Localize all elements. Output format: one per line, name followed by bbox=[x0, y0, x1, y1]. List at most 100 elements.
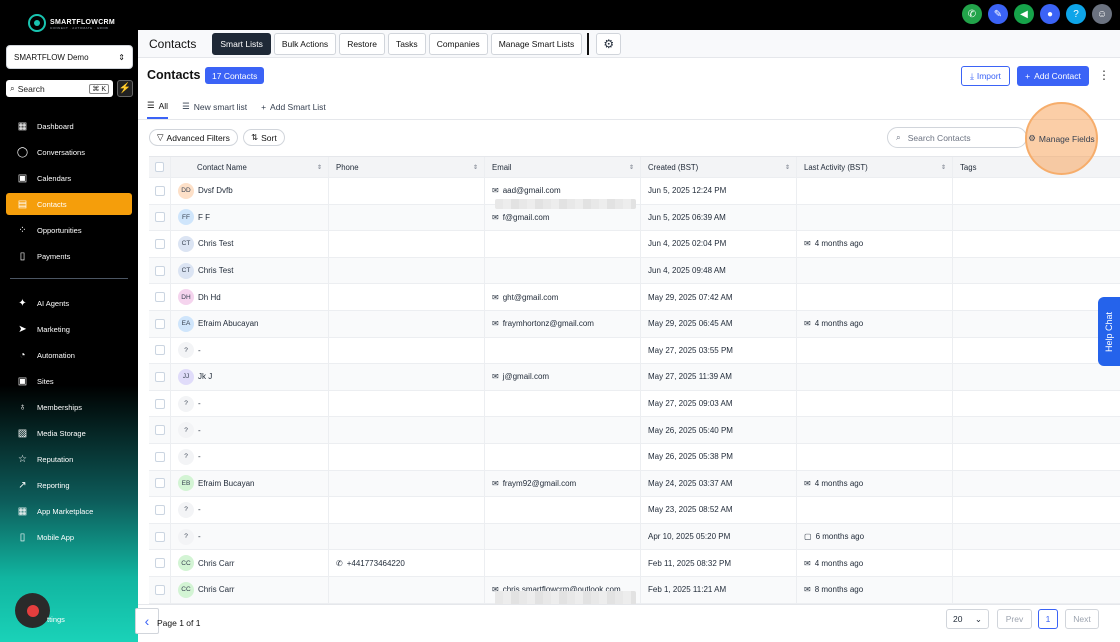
row-checkbox[interactable] bbox=[155, 478, 165, 489]
contact-name[interactable]: - bbox=[198, 426, 201, 435]
contact-name[interactable]: - bbox=[198, 399, 201, 408]
page-number-button[interactable]: 1 bbox=[1038, 609, 1058, 629]
table-row[interactable]: EB Efraim Bucayan ✉ fraym92@gmail.com May 24… bbox=[149, 470, 1120, 498]
row-checkbox[interactable] bbox=[155, 185, 165, 196]
cell-contact-name[interactable]: ? - bbox=[171, 337, 329, 364]
sidebar-item-payments[interactable]: ▯ Payments bbox=[6, 245, 132, 267]
contact-name[interactable]: - bbox=[198, 532, 201, 541]
sidebar-item-dashboard[interactable]: ▦ Dashboard bbox=[6, 115, 132, 137]
table-row[interactable]: EA Efraim Abucayan ✉ fraymhortonz@gmail.com… bbox=[149, 311, 1120, 338]
tab-restore[interactable]: Restore bbox=[339, 32, 385, 55]
import-button[interactable]: ⤓ Import bbox=[961, 66, 1010, 86]
table-row[interactable]: ? - May 27, 2025 03:55 PM bbox=[149, 337, 1120, 365]
tab-tasks[interactable]: Tasks bbox=[387, 32, 426, 55]
table-row[interactable]: ? - May 26, 2025 05:40 PM bbox=[149, 417, 1120, 444]
cell-contact-name[interactable]: ? - bbox=[171, 497, 329, 523]
bell-icon[interactable]: ● bbox=[1040, 4, 1060, 24]
table-row[interactable]: CC Chris Carr ✆ +441773464220 Feb 11, 2025 0… bbox=[149, 550, 1120, 577]
cell-contact-name[interactable]: CT Chris Test bbox=[171, 231, 329, 257]
contact-name[interactable]: - bbox=[198, 505, 201, 514]
cell-contact-name[interactable]: ? - bbox=[171, 390, 329, 417]
contact-name[interactable]: Dh Hd bbox=[198, 293, 221, 302]
sidebar-item-sites[interactable]: ▣ Sites bbox=[6, 370, 132, 392]
settings-button[interactable]: ⚙ bbox=[596, 32, 622, 55]
contact-name[interactable]: Efraim Bucayan bbox=[198, 479, 254, 488]
row-checkbox[interactable] bbox=[155, 531, 165, 542]
cell-contact-name[interactable]: EA Efraim Abucayan bbox=[171, 311, 329, 337]
cell-contact-name[interactable]: FF F F bbox=[171, 204, 329, 231]
sidebar-item-marketing[interactable]: ➤ Marketing bbox=[6, 318, 132, 340]
sidebar-item-conversations[interactable]: ◯ Conversations bbox=[6, 141, 132, 163]
contact-name[interactable]: Efraim Abucayan bbox=[198, 319, 258, 328]
collapse-sidebar-button[interactable]: ‹ bbox=[135, 608, 159, 634]
contact-name[interactable]: Chris Carr bbox=[198, 585, 234, 594]
table-row[interactable]: JJ Jk J ✉ j@gmail.com May 27, 2025 11:39 AM bbox=[149, 364, 1120, 391]
sort-button[interactable]: ⇅ Sort bbox=[243, 129, 285, 146]
record-button[interactable] bbox=[15, 593, 50, 628]
row-checkbox[interactable] bbox=[155, 584, 165, 595]
sidebar-item-app-marketplace[interactable]: ▦ App Marketplace bbox=[6, 500, 132, 522]
avatar[interactable]: ☺ bbox=[1092, 4, 1112, 24]
more-options-icon[interactable]: ⋮ bbox=[1098, 68, 1110, 82]
cell-contact-name[interactable]: ? - bbox=[171, 417, 329, 443]
row-checkbox[interactable] bbox=[155, 318, 165, 329]
row-checkbox[interactable] bbox=[155, 238, 165, 249]
help-chat-button[interactable]: Help Chat bbox=[1098, 297, 1120, 366]
cell-contact-name[interactable]: DH Dh Hd bbox=[171, 284, 329, 310]
sidebar-item-reporting[interactable]: ↗ Reporting bbox=[6, 474, 132, 496]
tab-smart-lists[interactable]: Smart Lists bbox=[212, 32, 271, 55]
sidebar-item-opportunities[interactable]: ⁘ Opportunities bbox=[6, 219, 132, 241]
megaphone-icon[interactable]: ◀ bbox=[1014, 4, 1034, 24]
sidebar-item-ai-agents[interactable]: ✦ AI Agents bbox=[6, 292, 132, 314]
view-tab-new-smart-list[interactable]: ☰ New smart list bbox=[182, 100, 247, 119]
table-row[interactable]: CT Chris Test Jun 4, 2025 09:48 AM bbox=[149, 257, 1120, 285]
header-cell-created[interactable]: Created (BST) ⇕ bbox=[641, 157, 797, 177]
header-cell-last-activity[interactable]: Last Activity (BST) ⇕ bbox=[797, 157, 953, 177]
cell-contact-name[interactable]: ? - bbox=[171, 523, 329, 550]
tab-bulk-actions[interactable]: Bulk Actions bbox=[273, 32, 337, 55]
row-checkbox[interactable] bbox=[155, 398, 165, 409]
sidebar-item-memberships[interactable]: ♁ Memberships bbox=[6, 396, 132, 418]
account-switcher[interactable]: SMARTFLOW Demo ⇕ bbox=[6, 45, 133, 69]
row-checkbox[interactable] bbox=[155, 345, 165, 356]
add-smart-list-button[interactable]: + Add Smart List bbox=[261, 100, 326, 119]
row-checkbox[interactable] bbox=[155, 265, 165, 276]
cell-contact-name[interactable]: EB Efraim Bucayan bbox=[171, 470, 329, 497]
add-contact-button[interactable]: + Add Contact bbox=[1017, 66, 1089, 86]
row-checkbox[interactable] bbox=[155, 504, 165, 515]
table-row[interactable]: ? - May 23, 2025 08:52 AM bbox=[149, 497, 1120, 524]
phone-icon[interactable]: ✆ bbox=[962, 4, 982, 24]
contact-name[interactable]: Dvsf Dvfb bbox=[198, 186, 233, 195]
search-contacts-input[interactable]: ⌕ Search Contacts bbox=[887, 127, 1027, 148]
tab-companies[interactable]: Companies bbox=[428, 32, 488, 55]
sidebar-item-reputation[interactable]: ☆ Reputation bbox=[6, 448, 132, 470]
cell-contact-name[interactable]: CT Chris Test bbox=[171, 257, 329, 284]
quick-action-button[interactable]: ⚡ bbox=[117, 80, 133, 97]
row-checkbox[interactable] bbox=[155, 425, 165, 436]
prev-page-button[interactable]: Prev bbox=[997, 609, 1032, 629]
cell-contact-name[interactable]: JJ Jk J bbox=[171, 364, 329, 390]
advanced-filters-button[interactable]: ▽ Advanced Filters bbox=[149, 129, 238, 146]
header-cell-contact-name[interactable]: Contact Name ⇕ bbox=[171, 157, 329, 177]
next-page-button[interactable]: Next bbox=[1065, 609, 1099, 629]
row-checkbox[interactable] bbox=[155, 451, 165, 462]
per-page-select[interactable]: 20 ⌄ bbox=[946, 609, 989, 629]
magic-icon[interactable]: ✎ bbox=[988, 4, 1008, 24]
sidebar-item-media-storage[interactable]: ▨ Media Storage bbox=[6, 422, 132, 444]
sidebar-item-calendars[interactable]: ▣ Calendars bbox=[6, 167, 132, 189]
contact-name[interactable]: Chris Test bbox=[198, 266, 233, 275]
table-row[interactable]: ? - Apr 10, 2025 05:20 PM ▢ 6 months ago bbox=[149, 523, 1120, 551]
contact-name[interactable]: - bbox=[198, 346, 201, 355]
contact-name[interactable]: F F bbox=[198, 213, 210, 222]
cell-contact-name[interactable]: DD Dvsf Dvfb bbox=[171, 178, 329, 204]
sidebar-item-settings[interactable]: ttings bbox=[47, 615, 65, 624]
contact-name[interactable]: Jk J bbox=[198, 372, 212, 381]
sidebar-item-automation[interactable]: ◔ Automation bbox=[6, 344, 132, 366]
help-icon[interactable]: ? bbox=[1066, 4, 1086, 24]
row-checkbox[interactable] bbox=[155, 292, 165, 303]
cell-contact-name[interactable]: ? - bbox=[171, 444, 329, 470]
row-checkbox[interactable] bbox=[155, 558, 165, 569]
row-checkbox[interactable] bbox=[155, 212, 165, 223]
view-tab-all[interactable]: ☰ All bbox=[147, 100, 169, 119]
cell-contact-name[interactable]: CC Chris Carr bbox=[171, 550, 329, 576]
